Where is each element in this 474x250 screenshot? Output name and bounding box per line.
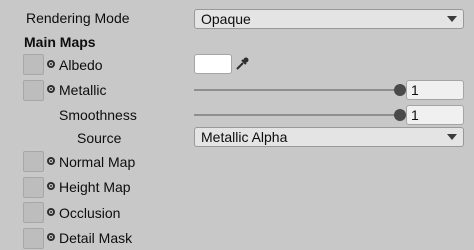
object-picker-icon[interactable] <box>47 233 55 241</box>
main-maps-heading: Main Maps <box>24 34 96 50</box>
eyedropper-icon[interactable] <box>233 55 251 73</box>
source-value: Metallic Alpha <box>201 129 288 145</box>
detail-mask-texture-slot[interactable] <box>23 228 44 249</box>
height-map-label: Height Map <box>59 179 131 195</box>
height-map-texture-slot[interactable] <box>23 177 44 198</box>
smoothness-label: Smoothness <box>59 107 137 123</box>
chevron-down-icon <box>447 134 457 140</box>
smoothness-value-field[interactable]: 1 <box>406 105 464 125</box>
object-picker-icon[interactable] <box>47 208 55 216</box>
smoothness-slider-thumb[interactable] <box>394 109 406 121</box>
rendering-mode-value: Opaque <box>201 11 251 27</box>
metallic-texture-slot[interactable] <box>23 80 44 101</box>
occlusion-texture-slot[interactable] <box>23 202 44 223</box>
metallic-slider-track[interactable] <box>194 89 400 91</box>
source-dropdown[interactable]: Metallic Alpha <box>194 127 464 147</box>
metallic-label: Metallic <box>59 82 107 98</box>
source-label: Source <box>77 130 122 146</box>
metallic-slider-thumb[interactable] <box>394 84 406 96</box>
smoothness-value: 1 <box>411 107 419 123</box>
albedo-label: Albedo <box>59 57 103 73</box>
occlusion-label: Occlusion <box>59 205 121 221</box>
albedo-color-field[interactable] <box>194 54 232 74</box>
object-picker-icon[interactable] <box>47 85 55 93</box>
detail-mask-label: Detail Mask <box>59 230 133 246</box>
rendering-mode-label: Rendering Mode <box>26 10 130 26</box>
object-picker-icon[interactable] <box>47 182 55 190</box>
chevron-down-icon <box>447 16 457 22</box>
object-picker-icon[interactable] <box>47 60 55 68</box>
normal-map-texture-slot[interactable] <box>23 151 44 172</box>
rendering-mode-dropdown[interactable]: Opaque <box>194 9 464 29</box>
metallic-value-field[interactable]: 1 <box>406 80 464 100</box>
object-picker-icon[interactable] <box>47 157 55 165</box>
normal-map-label: Normal Map <box>59 154 136 170</box>
smoothness-slider-track[interactable] <box>194 114 400 116</box>
metallic-value: 1 <box>411 82 419 98</box>
albedo-texture-slot[interactable] <box>23 54 44 75</box>
